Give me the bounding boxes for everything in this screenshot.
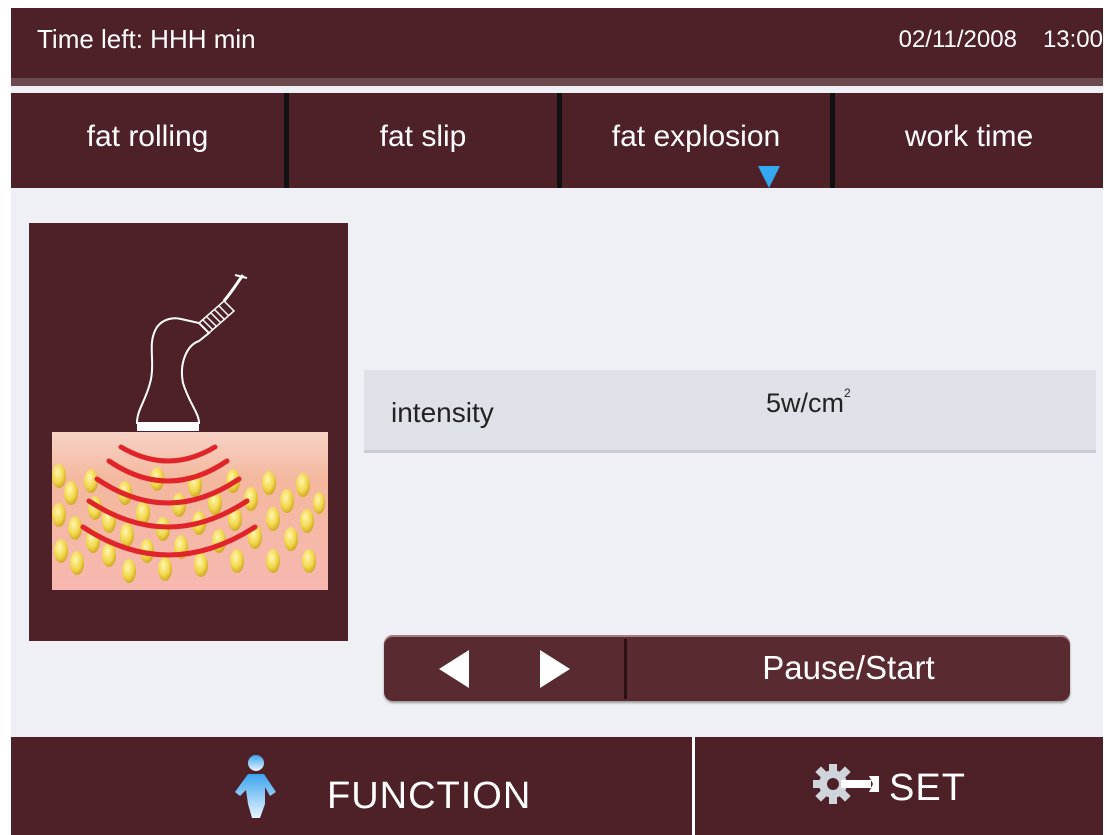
device-screen: Time left: HHH min 02/11/2008 13:00 fat r… (11, 8, 1103, 835)
function-button[interactable]: FUNCTION (11, 737, 692, 835)
intensity-value-text: 5w/cm (766, 388, 845, 418)
tab-label: fat rolling (86, 120, 209, 153)
date-time: 02/11/2008 13:00 (899, 26, 1103, 54)
unit-superscript: 2 (844, 386, 851, 400)
set-button[interactable]: SET (695, 737, 1103, 835)
intensity-value: 5w/cm2 (766, 386, 851, 419)
date-text: 02/11/2008 (898, 26, 1017, 53)
prev-button[interactable] (384, 635, 524, 701)
mode-tabs: fat rolling fat slip fat explosion work … (11, 93, 1103, 188)
next-button[interactable] (524, 635, 624, 701)
function-label: FUNCTION (327, 775, 532, 817)
intensity-label: intensity (391, 397, 494, 428)
treatment-illustration (29, 223, 348, 641)
tab-work-time[interactable]: work time (830, 93, 1103, 188)
bottom-nav: FUNCTION SET (11, 737, 1103, 835)
checkmark-icon (617, 155, 641, 185)
ultrasound-probe-fat-cells-icon (52, 274, 328, 590)
tab-fat-explosion[interactable]: fat explosion (557, 93, 830, 188)
gear-wrench-icon (813, 764, 879, 804)
triangle-right-icon (540, 650, 570, 688)
person-icon (235, 755, 276, 818)
tab-label: fat slip (379, 120, 467, 153)
status-bar: Time left: HHH min 02/11/2008 13:00 (11, 8, 1103, 86)
set-label: SET (889, 767, 966, 809)
tab-fat-rolling[interactable]: fat rolling (11, 93, 284, 188)
intensity-row[interactable]: intensity 5w/cm2 (364, 370, 1096, 453)
triangle-left-icon (439, 650, 469, 688)
status-bar-divider (11, 78, 1103, 86)
clock-text: 13:00 (1042, 26, 1103, 53)
dropdown-triangle-icon[interactable] (758, 166, 780, 188)
time-left-text: Time left: HHH min (37, 24, 256, 54)
tab-label: work time (904, 120, 1034, 153)
tab-label: fat explosion (611, 120, 781, 153)
pause-start-button[interactable]: Pause/Start (627, 635, 1070, 701)
control-bar: Pause/Start (384, 635, 1070, 701)
tab-fat-slip[interactable]: fat slip (284, 93, 557, 188)
